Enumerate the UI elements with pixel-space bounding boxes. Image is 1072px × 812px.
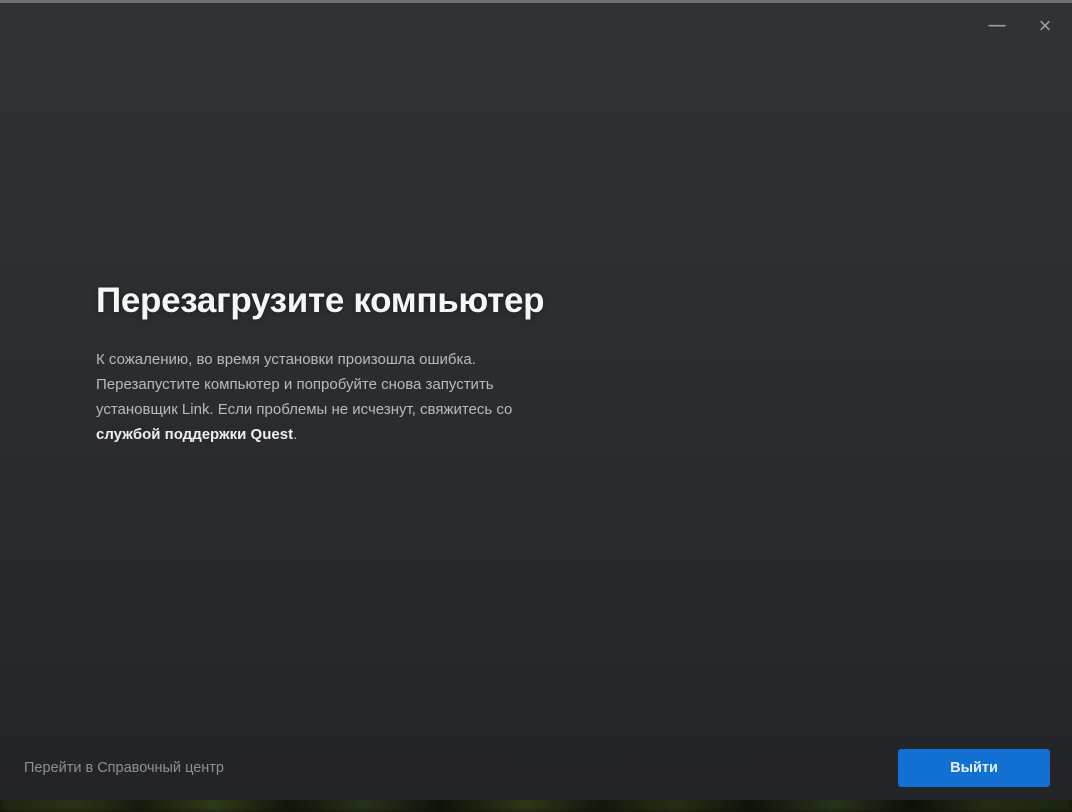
exit-button[interactable]: Выйти: [898, 749, 1050, 787]
minimize-button[interactable]: —: [982, 11, 1012, 41]
quest-support-link[interactable]: службой поддержки Quest: [96, 426, 293, 443]
support-link-suffix: .: [293, 426, 298, 443]
close-icon: ×: [1038, 13, 1052, 38]
close-button[interactable]: ×: [1030, 11, 1060, 41]
desktop-background: — × Перезагрузите компьютер К сожалению,…: [0, 0, 1072, 812]
error-line-3: установщик Link. Если проблемы не исчезн…: [96, 401, 513, 418]
error-line-4: службой поддержки Quest.: [96, 422, 1072, 447]
main-content: Перезагрузите компьютер К сожалению, во …: [0, 3, 1072, 447]
installer-window: — × Перезагрузите компьютер К сожалению,…: [0, 0, 1072, 800]
footer: Перейти в Справочный центр Выйти: [0, 749, 1072, 787]
error-line-1: К сожалению, во время установки произошл…: [96, 351, 476, 368]
error-line-2: Перезапустите компьютер и попробуйте сно…: [96, 376, 494, 393]
titlebar: — ×: [0, 3, 1072, 49]
page-title: Перезагрузите компьютер: [96, 281, 545, 320]
help-center-link[interactable]: Перейти в Справочный центр: [24, 760, 224, 776]
minimize-icon: —: [988, 14, 1006, 34]
error-description: К сожалению, во время установки произошл…: [96, 347, 1072, 447]
